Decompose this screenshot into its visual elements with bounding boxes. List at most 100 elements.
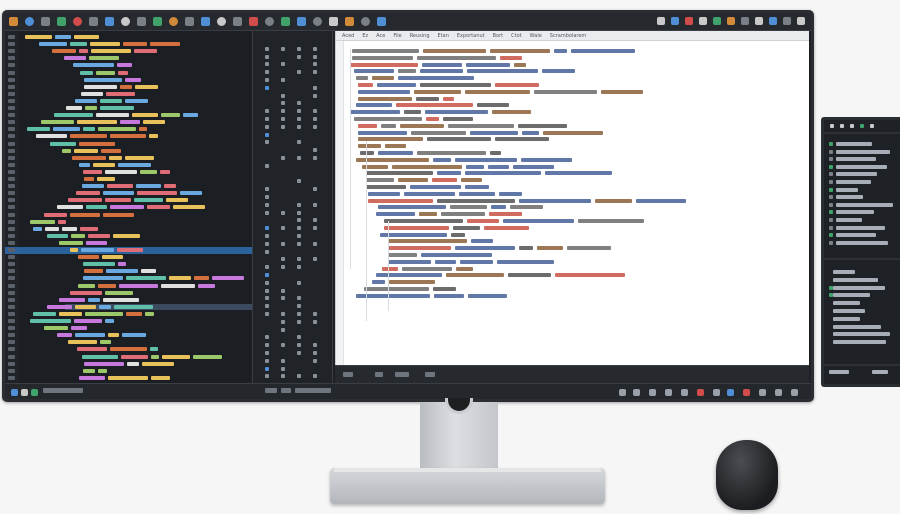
left-code-pane[interactable] <box>5 31 253 383</box>
tablet-toolbar-icon[interactable] <box>830 124 834 128</box>
minimap-strip[interactable] <box>253 31 333 383</box>
play-icon[interactable] <box>361 17 370 26</box>
code-editor[interactable]: Aced Ez Ace File Reusing Etan Exportanut Bort Ct… <box>335 31 809 365</box>
status-icon[interactable] <box>31 389 38 396</box>
editor-tab[interactable]: Ace <box>376 33 385 39</box>
toolbar-icon[interactable] <box>699 17 707 25</box>
toolbar-icon[interactable] <box>671 17 679 25</box>
editor-tab[interactable]: Aced <box>342 33 354 39</box>
list-item[interactable] <box>836 210 874 215</box>
panel-icon[interactable] <box>619 389 626 396</box>
debug-icon[interactable] <box>73 17 82 26</box>
settings-icon[interactable] <box>345 17 354 26</box>
debug-icon[interactable] <box>329 17 338 26</box>
code-token <box>360 151 374 155</box>
tablet-screen[interactable] <box>824 120 900 384</box>
play-icon[interactable] <box>105 17 114 26</box>
panel-icon[interactable] <box>697 389 704 396</box>
panel-icon[interactable] <box>743 389 750 396</box>
file-icon[interactable] <box>137 17 146 26</box>
editor-tab[interactable]: Scrambolarem <box>550 33 587 39</box>
list-item[interactable] <box>833 324 881 329</box>
toolbar-icon[interactable] <box>769 17 777 25</box>
panel-icon[interactable] <box>775 389 782 396</box>
code-token <box>425 110 488 115</box>
code-token <box>84 84 117 89</box>
status-icon[interactable] <box>11 389 18 396</box>
list-item[interactable] <box>833 340 886 345</box>
toolbar-icon[interactable] <box>685 17 693 25</box>
tablet-toolbar-icon[interactable] <box>840 124 844 128</box>
list-item[interactable] <box>833 332 890 337</box>
list-item[interactable] <box>836 225 885 230</box>
panel-icon[interactable] <box>791 389 798 396</box>
list-item[interactable] <box>836 218 862 222</box>
search-icon[interactable] <box>169 17 178 26</box>
editor-tab[interactable]: File <box>393 33 401 39</box>
status-icon[interactable] <box>21 389 28 396</box>
code-token <box>389 280 435 285</box>
folder-icon[interactable] <box>153 17 162 26</box>
folder-icon[interactable] <box>25 17 34 26</box>
editor-tab[interactable]: Exportanut <box>457 33 485 39</box>
search-icon[interactable] <box>41 17 50 26</box>
list-item-icon <box>829 202 833 207</box>
close-icon[interactable] <box>377 17 386 26</box>
list-item[interactable] <box>836 164 887 169</box>
toolbar-icon[interactable] <box>783 17 791 25</box>
panel-icon[interactable] <box>665 389 672 396</box>
folder-icon[interactable] <box>281 17 290 26</box>
list-item[interactable] <box>836 195 863 200</box>
file-icon[interactable] <box>9 17 18 26</box>
list-item[interactable] <box>836 142 872 146</box>
panel-icon[interactable] <box>681 389 688 396</box>
list-item[interactable] <box>833 270 855 274</box>
editor-tab[interactable]: Etan <box>438 33 449 39</box>
settings-icon[interactable] <box>89 17 98 26</box>
list-item[interactable] <box>833 309 865 313</box>
list-item[interactable] <box>836 233 876 238</box>
panel-icon[interactable] <box>759 389 766 396</box>
search-icon[interactable] <box>297 17 306 26</box>
git-icon[interactable] <box>57 17 66 26</box>
toolbar-icon[interactable] <box>755 17 763 25</box>
list-item[interactable] <box>836 157 876 162</box>
toolbar-icon[interactable] <box>657 17 665 25</box>
git-icon[interactable] <box>313 17 322 26</box>
editor-tab[interactable]: Reusing <box>410 33 430 39</box>
tablet-toolbar-icon[interactable] <box>850 124 854 128</box>
settings-icon[interactable] <box>217 17 226 26</box>
code-token <box>91 49 131 54</box>
list-item[interactable] <box>836 149 890 154</box>
list-item[interactable] <box>836 240 888 245</box>
list-item[interactable] <box>836 187 858 192</box>
tablet-toolbar-icon[interactable] <box>870 124 874 128</box>
editor-tab[interactable]: Wale <box>530 33 542 39</box>
debug-icon[interactable] <box>201 17 210 26</box>
toolbar-icon[interactable] <box>713 17 721 25</box>
toolbar-icon[interactable] <box>727 17 735 25</box>
editor-tab[interactable]: Bort <box>493 33 504 39</box>
list-item[interactable] <box>833 293 870 298</box>
list-item[interactable] <box>833 285 885 290</box>
git-icon[interactable] <box>185 17 194 26</box>
close-icon[interactable] <box>121 17 130 26</box>
close-icon[interactable] <box>249 17 258 26</box>
list-item[interactable] <box>833 301 860 306</box>
toolbar-icon[interactable] <box>741 17 749 25</box>
list-item[interactable] <box>836 202 893 207</box>
file-icon[interactable] <box>265 17 274 26</box>
list-item[interactable] <box>836 172 877 177</box>
editor-tab[interactable]: Ez <box>362 33 368 39</box>
editor-tab[interactable]: Ctot <box>511 33 521 39</box>
panel-icon[interactable] <box>649 389 656 396</box>
panel-icon[interactable] <box>633 389 640 396</box>
list-item[interactable] <box>833 316 860 321</box>
list-item[interactable] <box>836 180 871 184</box>
toolbar-icon[interactable] <box>797 17 805 25</box>
play-icon[interactable] <box>233 17 242 26</box>
panel-icon[interactable] <box>727 389 734 396</box>
list-item[interactable] <box>833 277 878 282</box>
tablet-toolbar-icon[interactable] <box>860 124 864 128</box>
panel-icon[interactable] <box>713 389 720 396</box>
